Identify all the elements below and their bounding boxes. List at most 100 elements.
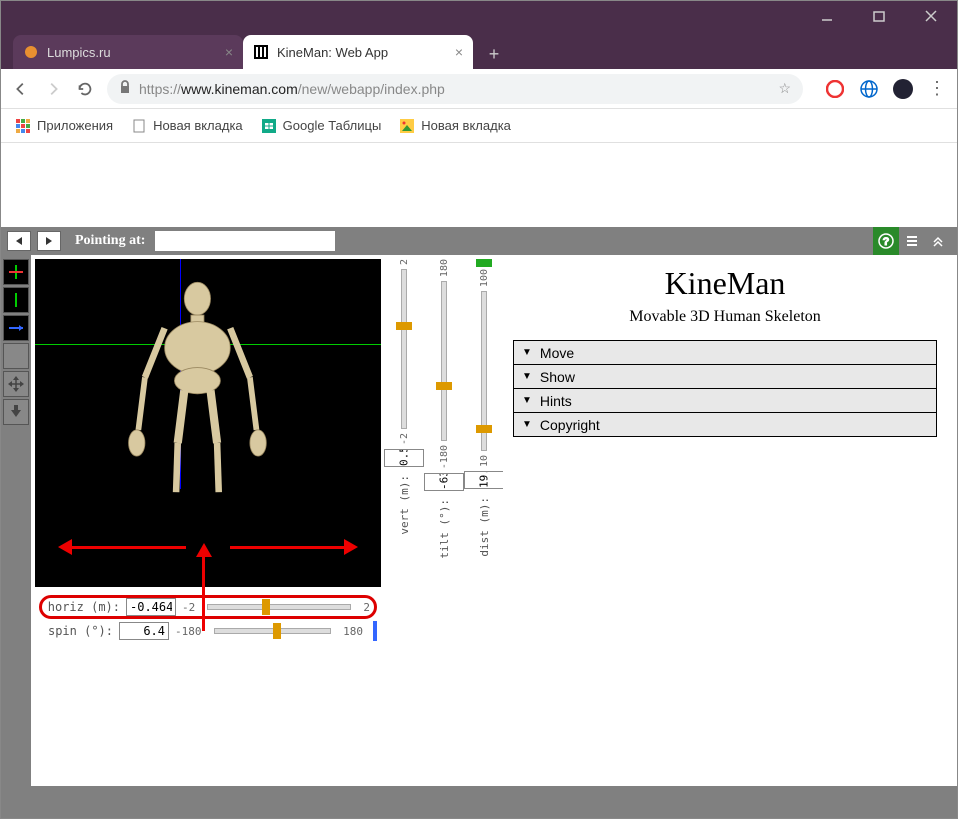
page-icon: [131, 118, 147, 134]
history-forward-button[interactable]: [37, 231, 61, 251]
extension-globe-icon[interactable]: [859, 79, 879, 99]
bookmark-label: Приложения: [37, 118, 113, 133]
history-back-button[interactable]: [7, 231, 31, 251]
tool-sidebar: [1, 255, 31, 786]
horiz-value-input[interactable]: [126, 598, 176, 616]
dist-max: 100: [479, 269, 490, 287]
3d-viewport[interactable]: [35, 259, 381, 587]
browser-tab-lumpics[interactable]: Lumpics.ru ×: [13, 35, 243, 69]
chevron-down-icon: ▼: [522, 419, 532, 430]
browser-tab-kineman[interactable]: KineMan: Web App ×: [243, 35, 473, 69]
chevron-down-icon: ▼: [522, 371, 532, 382]
dist-slider-col: 100 10 dist (m):: [469, 259, 499, 782]
bookmark-newtab-2[interactable]: Новая вкладка: [399, 118, 511, 134]
tilt-slider-col: 180 -180 tilt (°):: [429, 259, 459, 782]
accordion-label: Move: [540, 345, 574, 361]
close-button[interactable]: [919, 4, 943, 28]
horiz-max: 2: [363, 601, 370, 614]
bookmark-newtab-1[interactable]: Новая вкладка: [131, 118, 243, 134]
image-icon: [399, 118, 415, 134]
axis-y-tool[interactable]: [3, 287, 29, 313]
spin-min: -180: [175, 625, 202, 638]
apps-button[interactable]: Приложения: [15, 118, 113, 134]
vert-max: 2: [399, 259, 410, 265]
dist-top-marker: [476, 259, 492, 267]
spin-value-input[interactable]: [119, 622, 169, 640]
spin-slider-row: spin (°): -180 180: [39, 619, 377, 643]
forward-button[interactable]: [43, 79, 63, 99]
accordion-hints[interactable]: ▼Hints: [514, 389, 936, 413]
collapse-button[interactable]: [925, 227, 951, 255]
reload-button[interactable]: [75, 79, 95, 99]
favicon-kineman: [253, 44, 269, 60]
tab-title: KineMan: Web App: [277, 45, 388, 60]
tab-close-icon[interactable]: ×: [225, 44, 233, 60]
star-icon[interactable]: ☆: [778, 80, 791, 97]
tilt-label: tilt (°):: [438, 499, 451, 559]
bookmarks-bar: Приложения Новая вкладка Google Таблицы …: [1, 109, 957, 143]
chevron-down-icon: ▼: [522, 347, 532, 358]
dist-value-input[interactable]: [464, 471, 504, 489]
pointing-at-input[interactable]: [155, 231, 335, 251]
dist-slider-track[interactable]: [481, 291, 487, 451]
annotation-arrows: [70, 531, 347, 561]
tilt-slider-knob[interactable]: [436, 382, 452, 390]
spin-end-marker: [373, 621, 377, 641]
down-tool[interactable]: [3, 399, 29, 425]
bookmark-label: Новая вкладка: [421, 118, 511, 133]
skeleton-model[interactable]: [104, 279, 291, 509]
dist-label: dist (m):: [478, 497, 491, 557]
lock-icon: [119, 80, 131, 97]
sheets-icon: [261, 118, 277, 134]
vert-slider-col: 2 -2 vert (m):: [389, 259, 419, 782]
vert-min: -2: [399, 433, 410, 445]
accordion-show[interactable]: ▼ Show: [514, 365, 936, 389]
accordion-copyright[interactable]: ▼Copyright: [514, 413, 936, 437]
bookmark-sheets[interactable]: Google Таблицы: [261, 118, 382, 134]
maximize-button[interactable]: [867, 4, 891, 28]
vert-value-input[interactable]: [384, 449, 424, 467]
horiz-label: horiz (m):: [46, 600, 120, 614]
vertical-sliders: 2 -2 vert (m): 180 -180 tilt (°): 100: [385, 255, 503, 786]
tab-title: Lumpics.ru: [47, 45, 111, 60]
url-field[interactable]: https://www.kineman.com/new/webapp/index…: [107, 74, 803, 104]
minimize-button[interactable]: [815, 4, 839, 28]
accordion-label: Hints: [540, 393, 572, 409]
blank-tool[interactable]: [3, 343, 29, 369]
horiz-slider-track[interactable]: [207, 604, 351, 610]
tilt-max: 180: [439, 259, 450, 277]
vert-label: vert (m):: [398, 475, 411, 535]
app-title: KineMan: [513, 265, 937, 302]
app-subtitle: Movable 3D Human Skeleton: [513, 308, 937, 326]
vert-slider-knob[interactable]: [396, 322, 412, 330]
axis-xy-tool[interactable]: [3, 259, 29, 285]
horiz-slider-knob[interactable]: [262, 599, 270, 615]
browser-menu-icon[interactable]: ⋮: [927, 79, 947, 99]
extension-opera-icon[interactable]: [825, 79, 845, 99]
tilt-value-input[interactable]: [424, 473, 464, 491]
spin-label: spin (°):: [39, 624, 113, 638]
help-button[interactable]: ?: [873, 227, 899, 255]
vert-slider-track[interactable]: [401, 269, 407, 429]
new-tab-button[interactable]: +: [479, 39, 509, 69]
tab-close-icon[interactable]: ×: [455, 44, 463, 60]
tilt-slider-track[interactable]: [441, 281, 447, 441]
dist-min: 10: [479, 455, 490, 467]
horizontal-sliders: horiz (m): -2 2 spin (°): -180 180: [31, 591, 385, 647]
page-header-space: [1, 143, 957, 227]
accordion-move[interactable]: ▼ Move: [514, 341, 936, 365]
spin-slider-knob[interactable]: [273, 623, 281, 639]
bookmark-label: Google Таблицы: [283, 118, 382, 133]
dist-slider-knob[interactable]: [476, 425, 492, 433]
tilt-min: -180: [439, 445, 450, 469]
accordion: ▼Move ▼Show ▼Hints ▼Copyright: [513, 340, 937, 437]
profile-avatar[interactable]: [893, 79, 913, 99]
accordion-label: Show: [540, 369, 575, 385]
axis-x-tool[interactable]: [3, 315, 29, 341]
spin-slider-track[interactable]: [214, 628, 332, 634]
address-bar: https://www.kineman.com/new/webapp/index…: [1, 69, 957, 109]
menu-button[interactable]: [899, 227, 925, 255]
move-tool[interactable]: [3, 371, 29, 397]
back-button[interactable]: [11, 79, 31, 99]
pointing-at-label: Pointing at:: [75, 233, 145, 249]
